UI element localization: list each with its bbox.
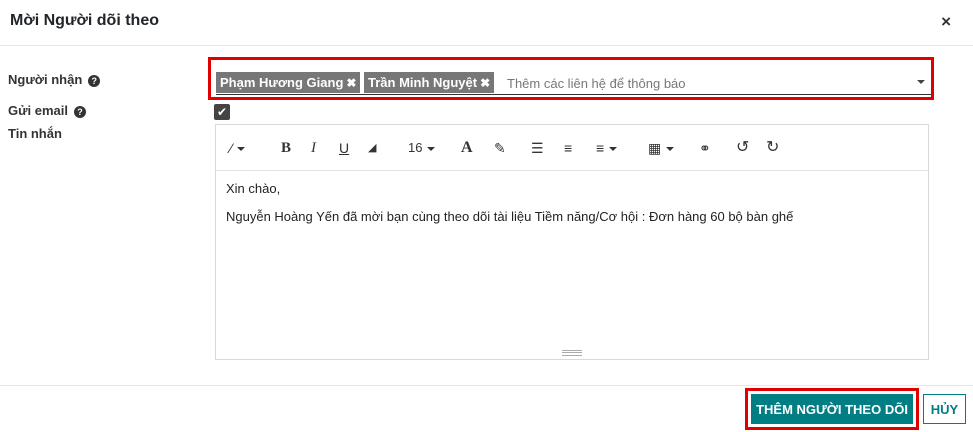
add-followers-button[interactable]: THÊM NGƯỜI THEO DÕI bbox=[751, 394, 913, 424]
recipients-label-text: Người nhận bbox=[8, 72, 83, 87]
close-icon[interactable]: × bbox=[941, 12, 951, 32]
recipients-field[interactable]: Phạm Hương Giang ✖ Trần Minh Nguyệt ✖ bbox=[216, 72, 931, 95]
magic-wand-icon[interactable]: ⁄ bbox=[230, 138, 246, 158]
invitation-text: Nguyễn Hoàng Yến đã mời bạn cùng theo dõ… bbox=[226, 209, 794, 224]
resize-handle[interactable] bbox=[562, 350, 582, 356]
ordered-list-icon[interactable]: ≡ bbox=[564, 138, 572, 158]
dialog-title: Mời Người dõi theo bbox=[10, 12, 159, 29]
recipient-tag: Trần Minh Nguyệt ✖ bbox=[364, 72, 495, 93]
recipient-tag-name: Trần Minh Nguyệt bbox=[368, 75, 478, 90]
message-editor[interactable]: ⁄ B I U ◢ 16 A ✎ ☰ ≡ ≡ ▦ ⚭ ↺ ↻ Xin chào,… bbox=[215, 124, 929, 360]
bold-button[interactable]: B bbox=[281, 138, 291, 158]
table-icon[interactable]: ▦ bbox=[648, 138, 675, 158]
bullet-list-icon[interactable]: ☰ bbox=[531, 138, 544, 158]
font-color-icon[interactable]: A bbox=[461, 138, 473, 158]
remove-tag-icon[interactable]: ✖ bbox=[480, 76, 490, 90]
brush-icon[interactable]: ✎ bbox=[494, 138, 506, 158]
chevron-down-icon[interactable] bbox=[917, 80, 925, 84]
greeting-text: Xin chào, bbox=[226, 181, 281, 196]
align-icon[interactable]: ≡ bbox=[596, 138, 618, 158]
recipients-label: Người nhận? bbox=[8, 72, 101, 87]
help-icon[interactable]: ? bbox=[88, 75, 101, 87]
link-icon[interactable]: ⚭ bbox=[699, 138, 711, 158]
eraser-icon[interactable]: ◢ bbox=[368, 138, 376, 158]
redo-icon[interactable]: ↻ bbox=[766, 138, 779, 158]
dialog-header: Mời Người dõi theo × bbox=[0, 0, 973, 46]
recipients-field-highlight: Phạm Hương Giang ✖ Trần Minh Nguyệt ✖ bbox=[208, 57, 934, 100]
add-followers-highlight: THÊM NGƯỜI THEO DÕI bbox=[745, 388, 919, 430]
editor-content[interactable]: Xin chào, Nguyễn Hoàng Yến đã mời bạn cù… bbox=[226, 181, 916, 237]
cancel-button[interactable]: HỦY bbox=[923, 394, 966, 424]
send-email-label: Gửi email? bbox=[8, 103, 86, 118]
font-size-dropdown[interactable]: 16 bbox=[408, 138, 436, 158]
recipients-input[interactable] bbox=[507, 73, 907, 93]
editor-toolbar: ⁄ B I U ◢ 16 A ✎ ☰ ≡ ≡ ▦ ⚭ ↺ ↻ bbox=[216, 125, 928, 171]
help-icon[interactable]: ? bbox=[74, 106, 86, 118]
send-email-checkbox[interactable]: ✔ bbox=[214, 104, 230, 120]
send-email-label-text: Gửi email bbox=[8, 103, 68, 118]
message-label: Tin nhắn bbox=[8, 126, 62, 141]
underline-button[interactable]: U bbox=[339, 138, 349, 158]
italic-button[interactable]: I bbox=[311, 138, 316, 158]
recipient-tag: Phạm Hương Giang ✖ bbox=[216, 72, 361, 93]
recipient-tag-name: Phạm Hương Giang bbox=[220, 75, 344, 90]
remove-tag-icon[interactable]: ✖ bbox=[346, 76, 356, 90]
undo-icon[interactable]: ↺ bbox=[736, 138, 749, 158]
